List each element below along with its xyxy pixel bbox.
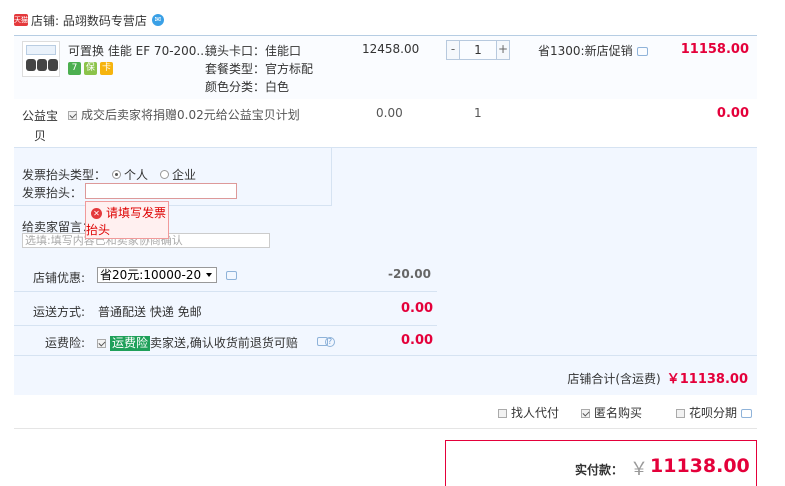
shop-header: 天猫 店铺: 品翊数码专营店 ✉ <box>14 11 164 29</box>
spec-mount: 镜头卡口：佳能口 <box>205 44 302 58</box>
spec-color: 颜色分类：白色 <box>205 80 290 94</box>
charity-price: 0.00 <box>376 106 403 120</box>
invoice-type: 发票抬头类型： 个人 企业 <box>22 166 196 183</box>
option-company-label[interactable]: 企业 <box>172 166 196 183</box>
order-options-panel: 发票抬头类型： 个人 企业 发票抬头： ✕ 请填写发票抬头 给卖家留言： 选填:填… <box>14 147 757 395</box>
charity-label: 公益宝贝 <box>21 109 58 143</box>
pay-label: 实付款： <box>575 463 624 477</box>
coupon-value: -20.00 <box>388 267 431 281</box>
charity-qty: 1 <box>474 106 482 120</box>
currency-symbol: ￥ <box>630 459 648 480</box>
shipping-method: 普通配送 快递 免邮 <box>98 305 202 319</box>
spec-package: 套餐类型：官方标配 <box>205 62 314 76</box>
insurance-fee: 0.00 <box>401 333 434 348</box>
invoice-section: 发票抬头类型： 个人 企业 发票抬头： <box>14 148 332 206</box>
charity-total: 0.00 <box>716 106 749 121</box>
wangwang-chat-icon[interactable]: ✉ <box>151 14 164 26</box>
charity-description: 成交后卖家将捐赠0.02元给公益宝贝计划 <box>68 106 300 123</box>
insurance-label: 运费险: <box>45 336 86 350</box>
tmall-badge-icon: 天猫 <box>14 14 28 26</box>
insurance-checkbox[interactable] <box>97 339 106 348</box>
shop-name[interactable]: 店铺: 品翊数码专营店 <box>31 12 147 29</box>
promotion-label: 省1300:新店促销 <box>538 44 633 58</box>
divider <box>14 355 757 356</box>
divider <box>14 428 757 429</box>
insurance-text: 卖家送,确认收货前退货可赔 <box>150 336 298 350</box>
service-icons: 7 保 卡 <box>68 62 113 75</box>
product-title-link[interactable]: 可置换 佳能 EF 70-200... <box>68 42 208 59</box>
help-question-icon[interactable]: ? <box>325 337 335 347</box>
pay-amount: 11138.00 <box>650 455 750 477</box>
thumbnail-lens <box>26 59 36 71</box>
insurance-info: 运费险 卖家送,确认收货前退货可赔 <box>97 334 298 351</box>
thumbnail-lens <box>37 59 47 71</box>
proxy-pay-label[interactable]: 找人代付 <box>511 406 559 420</box>
coupon-label: 店铺优惠: <box>33 271 86 285</box>
thumbnail-lens <box>48 59 58 71</box>
shop-total-amount: ￥11138.00 <box>666 372 748 387</box>
charity-row: 公益宝贝 成交后卖家将捐赠0.02元给公益宝贝计划 0.00 1 0.00 <box>14 100 757 146</box>
charity-text: 成交后卖家将捐赠0.02元给公益宝贝计划 <box>81 108 300 122</box>
invoice-head-label: 发票抬头： <box>22 186 83 200</box>
product-thumbnail[interactable] <box>22 41 60 77</box>
7-day-return-icon[interactable]: 7 <box>68 62 81 75</box>
option-personal-label[interactable]: 个人 <box>124 166 148 183</box>
qty-input[interactable]: 1 <box>460 40 496 60</box>
guarantee-icon[interactable]: 保 <box>84 62 97 75</box>
huabei-checkbox[interactable] <box>676 409 685 418</box>
order-item-row: 可置换 佳能 EF 70-200... 7 保 卡 镜头卡口：佳能口 套餐类型：… <box>14 35 757 99</box>
charity-checkbox[interactable] <box>68 111 77 120</box>
chevron-down-icon <box>206 273 212 277</box>
product-specs: 镜头卡口：佳能口 套餐类型：官方标配 颜色分类：白色 <box>205 42 313 96</box>
option-anonymous[interactable]: 匿名购买 <box>581 404 642 421</box>
shipping-label: 运送方式: <box>33 305 86 319</box>
shop-total-label: 店铺合计(含运费) <box>567 372 661 386</box>
anonymous-checkbox[interactable] <box>581 409 590 418</box>
invoice-error-tooltip: ✕ 请填写发票抬头 <box>85 201 169 239</box>
promotion-text: 省1300:新店促销 <box>538 42 648 59</box>
radio-company[interactable] <box>160 170 170 179</box>
option-huabei[interactable]: 花呗分期 <box>676 404 753 421</box>
promo-chat-icon[interactable] <box>636 47 648 56</box>
payment-summary: 实付款： ￥ 11138.00 <box>445 440 757 486</box>
huabei-label[interactable]: 花呗分期 <box>689 406 737 420</box>
credit-card-icon[interactable]: 卡 <box>100 62 113 75</box>
item-subtotal: 11158.00 <box>680 42 749 57</box>
invoice-type-label: 发票抬头类型： <box>22 168 107 182</box>
quantity-stepper: - 1 + <box>446 40 510 60</box>
qty-minus-button[interactable]: - <box>446 40 460 60</box>
coupon-select[interactable]: 省20元:10000-20 <box>97 267 217 283</box>
divider <box>14 325 437 326</box>
shop-total: 店铺合计(含运费) ￥11138.00 <box>567 368 748 387</box>
huabei-info-icon[interactable] <box>741 409 753 418</box>
coupon-chat-icon[interactable] <box>226 271 237 280</box>
radio-personal[interactable] <box>112 170 122 179</box>
anonymous-label[interactable]: 匿名购买 <box>594 406 642 420</box>
thumbnail-box <box>26 45 56 55</box>
shipping-fee: 0.00 <box>401 301 434 316</box>
insurance-tag: 运费险 <box>110 336 151 351</box>
qty-plus-button[interactable]: + <box>496 40 510 60</box>
proxy-pay-checkbox[interactable] <box>498 409 507 418</box>
invoice-head-input[interactable] <box>85 183 237 199</box>
divider <box>14 291 437 292</box>
unit-price: 12458.00 <box>362 42 420 56</box>
error-icon: ✕ <box>91 208 102 219</box>
option-proxy-pay[interactable]: 找人代付 <box>498 404 559 421</box>
coupon-selected-value: 省20元:10000-20 <box>100 268 202 282</box>
